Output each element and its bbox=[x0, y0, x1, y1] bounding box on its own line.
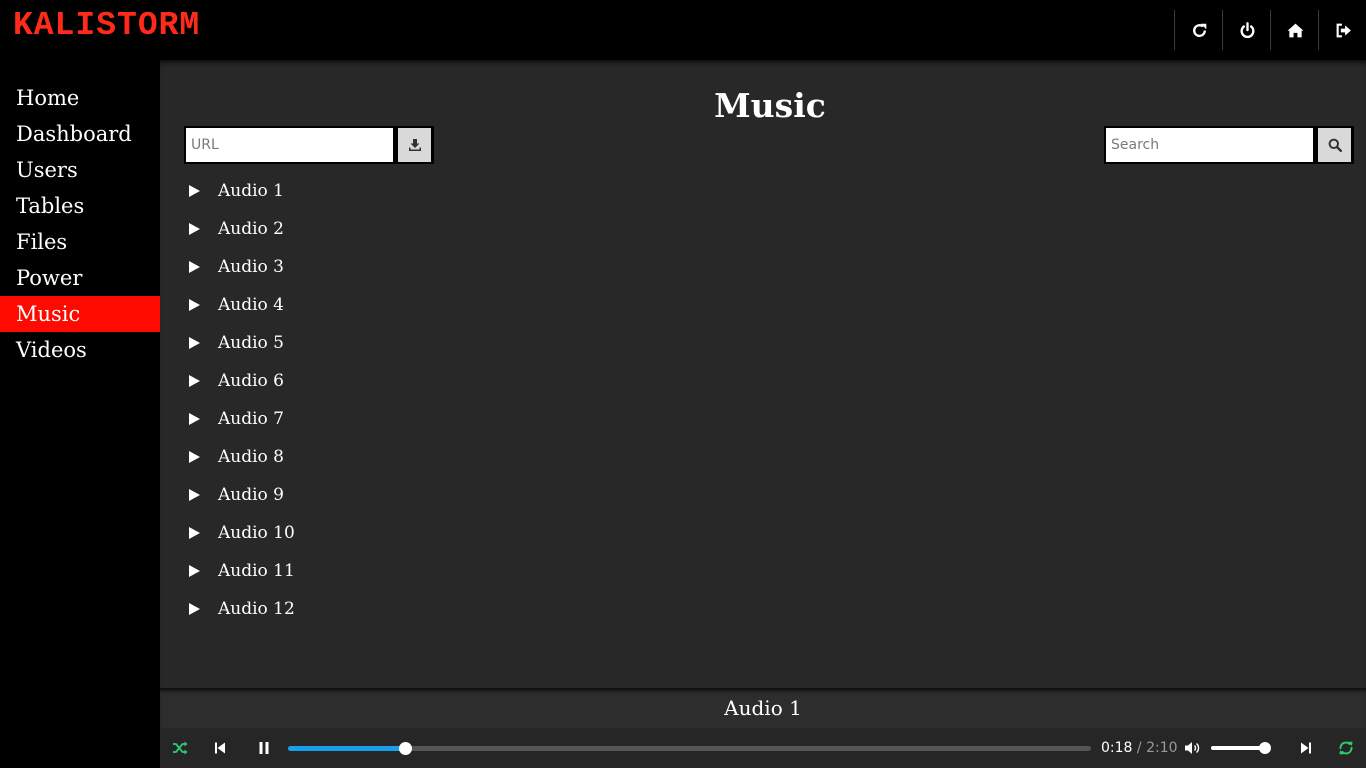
play-icon[interactable] bbox=[187, 488, 201, 502]
track-item[interactable]: Audio 5 bbox=[184, 324, 295, 362]
home-button[interactable] bbox=[1270, 10, 1319, 50]
volume-slider[interactable] bbox=[1211, 742, 1271, 754]
track-item[interactable]: Audio 10 bbox=[184, 514, 295, 552]
pause-icon[interactable] bbox=[256, 740, 272, 756]
track-item[interactable]: Audio 4 bbox=[184, 286, 295, 324]
track-name: Audio 8 bbox=[218, 447, 284, 467]
track-name: Audio 12 bbox=[218, 599, 295, 619]
sidebar-item-power[interactable]: Power bbox=[0, 260, 160, 296]
play-icon[interactable] bbox=[187, 336, 201, 350]
url-field-group bbox=[184, 126, 434, 164]
search-input[interactable] bbox=[1106, 128, 1313, 162]
track-name: Audio 7 bbox=[218, 409, 284, 429]
refresh-button[interactable] bbox=[1174, 10, 1223, 50]
track-name: Audio 5 bbox=[218, 333, 284, 353]
track-name: Audio 3 bbox=[218, 257, 284, 277]
play-icon[interactable] bbox=[187, 564, 201, 578]
repeat-icon[interactable] bbox=[1338, 740, 1354, 756]
track-name: Audio 9 bbox=[218, 485, 284, 505]
previous-icon[interactable] bbox=[212, 740, 228, 756]
volume-fill bbox=[1211, 746, 1265, 750]
sidebar-item-home[interactable]: Home bbox=[0, 80, 160, 116]
play-icon[interactable] bbox=[187, 412, 201, 426]
play-icon[interactable] bbox=[187, 526, 201, 540]
track-name: Audio 4 bbox=[218, 295, 284, 315]
play-icon[interactable] bbox=[187, 374, 201, 388]
progress-fill bbox=[288, 746, 406, 751]
volume-handle[interactable] bbox=[1259, 742, 1271, 754]
track-name: Audio 10 bbox=[218, 523, 295, 543]
progress-handle[interactable] bbox=[399, 742, 413, 755]
track-item[interactable]: Audio 12 bbox=[184, 590, 295, 628]
top-bar: KALISTORM bbox=[0, 0, 1366, 60]
track-item[interactable]: Audio 11 bbox=[184, 552, 295, 590]
track-item[interactable]: Audio 2 bbox=[184, 210, 295, 248]
page-title: Music bbox=[714, 86, 826, 125]
play-icon[interactable] bbox=[187, 298, 201, 312]
logout-button[interactable] bbox=[1318, 10, 1366, 50]
track-item[interactable]: Audio 8 bbox=[184, 438, 295, 476]
player-controls: 0:18 / 2:10 bbox=[160, 728, 1366, 768]
sidebar-item-tables[interactable]: Tables bbox=[0, 188, 160, 224]
power-icon bbox=[1240, 21, 1254, 38]
download-button[interactable] bbox=[398, 128, 431, 162]
sidebar-item-music[interactable]: Music bbox=[0, 296, 160, 332]
power-button[interactable] bbox=[1222, 10, 1271, 50]
main-content: Music Audio 1Audio 2Audio 3Audio 4Audio … bbox=[160, 60, 1366, 688]
search-icon bbox=[1328, 138, 1342, 152]
track-name: Audio 2 bbox=[218, 219, 284, 239]
search-button[interactable] bbox=[1318, 128, 1351, 162]
track-list: Audio 1 Audio 2 Audio 3 Audio 4 Audio 5 Audio… bbox=[184, 172, 295, 628]
track-name: Audio 6 bbox=[218, 371, 284, 391]
home-icon bbox=[1287, 23, 1303, 37]
time-separator: / bbox=[1132, 740, 1147, 756]
logo[interactable]: KALISTORM bbox=[13, 6, 200, 46]
sidebar-item-dashboard[interactable]: Dashboard bbox=[0, 116, 160, 152]
track-item[interactable]: Audio 9 bbox=[184, 476, 295, 514]
track-item[interactable]: Audio 6 bbox=[184, 362, 295, 400]
sidebar-item-users[interactable]: Users bbox=[0, 152, 160, 188]
current-time: 0:18 bbox=[1101, 740, 1133, 756]
progress-bar[interactable] bbox=[288, 742, 1091, 755]
logout-icon bbox=[1336, 23, 1351, 37]
shuffle-icon[interactable] bbox=[172, 740, 188, 756]
track-item[interactable]: Audio 7 bbox=[184, 400, 295, 438]
search-field-group bbox=[1104, 126, 1354, 164]
sidebar-item-videos[interactable]: Videos bbox=[0, 332, 160, 368]
sidebar-item-files[interactable]: Files bbox=[0, 224, 160, 260]
play-icon[interactable] bbox=[187, 184, 201, 198]
audio-player: Audio 1 0:18 / 2:10 bbox=[160, 688, 1366, 768]
url-input[interactable] bbox=[186, 128, 393, 162]
volume-icon[interactable] bbox=[1184, 740, 1200, 756]
sidebar: Home Dashboard Users Tables Files Power … bbox=[0, 60, 160, 768]
now-playing-title: Audio 1 bbox=[160, 688, 1366, 728]
track-name: Audio 11 bbox=[218, 561, 295, 581]
next-icon[interactable] bbox=[1298, 740, 1314, 756]
track-item[interactable]: Audio 1 bbox=[184, 172, 295, 210]
track-item[interactable]: Audio 3 bbox=[184, 248, 295, 286]
play-icon[interactable] bbox=[187, 602, 201, 616]
refresh-icon bbox=[1192, 23, 1206, 37]
duration: 2:10 bbox=[1146, 740, 1178, 756]
time-display: 0:18 / 2:10 bbox=[1101, 739, 1178, 757]
play-icon[interactable] bbox=[187, 450, 201, 464]
download-icon bbox=[408, 139, 421, 151]
track-name: Audio 1 bbox=[218, 181, 284, 201]
play-icon[interactable] bbox=[187, 222, 201, 236]
play-icon[interactable] bbox=[187, 260, 201, 274]
